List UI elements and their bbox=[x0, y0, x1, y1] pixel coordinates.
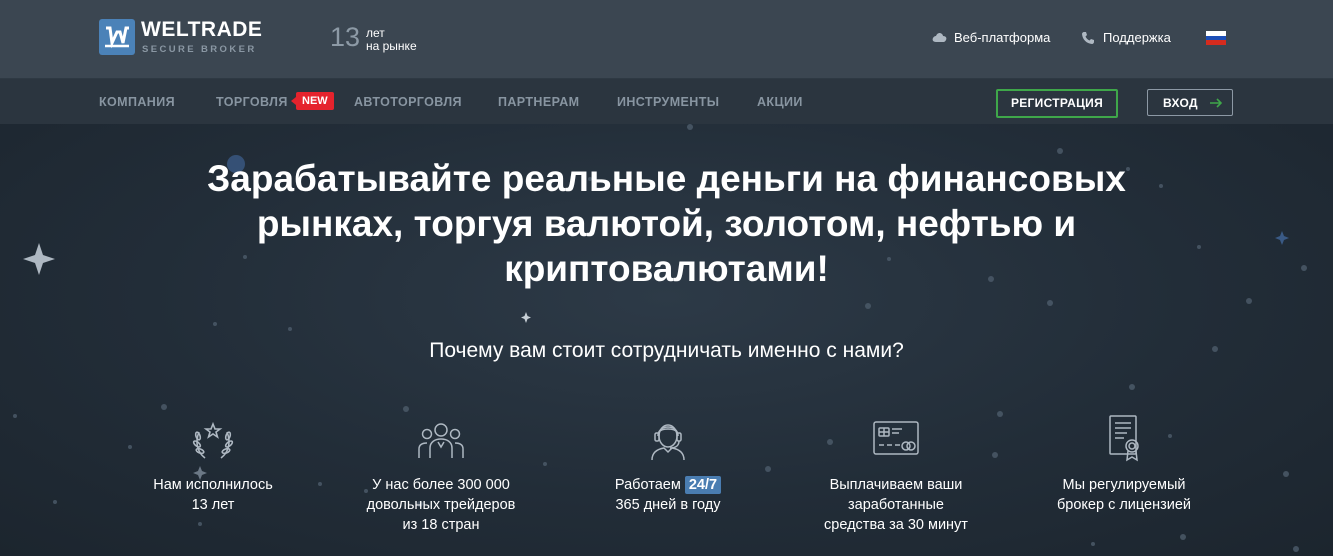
feature-payouts-text: Выплачиваем ваши заработанные средства з… bbox=[796, 475, 996, 535]
operator-icon bbox=[651, 424, 685, 461]
feature-text-line: У нас более 300 000 bbox=[372, 477, 510, 493]
new-badge: NEW bbox=[291, 92, 334, 110]
feature-text-line: довольных трейдеров bbox=[366, 497, 516, 513]
hero-subheadline: Почему вам стоит сотрудничать именно с н… bbox=[429, 339, 904, 362]
cloud-icon bbox=[932, 32, 947, 42]
feature-text-line: средства за 30 минут bbox=[824, 517, 968, 533]
feature-24-7-badge: 24/7 bbox=[684, 476, 722, 494]
web-platform-label: Веб-платформа bbox=[954, 30, 1051, 45]
people-icon bbox=[418, 423, 464, 458]
feature-traders-text: У нас более 300 000 довольных трейдеров … bbox=[341, 475, 541, 535]
nav-item-trading[interactable]: ТОРГОВЛЯ bbox=[216, 95, 288, 109]
credit-card-icon bbox=[873, 421, 919, 455]
feature-support-text: Работаем 24/7 365 дней в году bbox=[568, 475, 768, 515]
years-label-1: лет bbox=[366, 26, 385, 40]
flag-stripe-red bbox=[1206, 40, 1226, 45]
certificate-icon bbox=[1109, 415, 1139, 462]
hero-section: Зарабатывайте реальные деньги на финансо… bbox=[0, 124, 1333, 556]
headline-line-1: Зарабатывайте реальные деньги на финансо… bbox=[207, 158, 1126, 199]
feature-text-line: Мы регулируемый bbox=[1062, 477, 1186, 493]
feature-text-line: брокер с лицензией bbox=[1056, 497, 1192, 513]
years-number: 13 bbox=[330, 22, 361, 52]
feature-text-line: Нам исполнилось bbox=[153, 477, 273, 493]
arrow-right-icon bbox=[1210, 98, 1223, 108]
feature-text-line: Работаем 24/7 bbox=[568, 475, 768, 495]
feature-text-line: Выплачиваем ваши bbox=[829, 477, 963, 493]
feature-text-line: 365 дней в году bbox=[615, 497, 721, 513]
login-button[interactable]: ВХОД bbox=[1147, 89, 1233, 116]
login-label: ВХОД bbox=[1163, 96, 1198, 110]
nav-item-promotions[interactable]: АКЦИИ bbox=[757, 95, 803, 109]
headline-line-2: рынках, торгуя валютой, золотом, нефтью … bbox=[256, 203, 1077, 244]
support-label: Поддержка bbox=[1103, 30, 1171, 45]
logo-mark-icon bbox=[99, 19, 135, 55]
weltrade-logo[interactable]: WELTRADE SECURE BROKER bbox=[99, 18, 279, 57]
feature-anniversary-text: Нам исполнилось 13 лет bbox=[113, 475, 313, 515]
russian-flag-icon[interactable] bbox=[1206, 31, 1226, 45]
laurel-icon bbox=[192, 421, 234, 459]
feature-text-prefix: Работаем bbox=[614, 477, 681, 493]
nav-item-partners[interactable]: ПАРТНЕРАМ bbox=[498, 95, 579, 109]
nav-item-autotrading[interactable]: АВТОТОРГОВЛЯ bbox=[354, 95, 462, 109]
top-header: WELTRADE SECURE BROKER 13 лет на рынке В… bbox=[0, 0, 1333, 78]
main-nav: КОМПАНИЯ ТОРГОВЛЯ NEW АВТОТОРГОВЛЯ ПАРТН… bbox=[0, 78, 1333, 125]
phone-icon bbox=[1082, 32, 1094, 44]
years-label-2: на рынке bbox=[366, 39, 417, 53]
feature-license-text: Мы регулируемый брокер с лицензией bbox=[1024, 475, 1224, 515]
nav-item-instruments[interactable]: ИНСТРУМЕНТЫ bbox=[617, 95, 719, 109]
feature-text-line: 13 лет bbox=[191, 497, 235, 513]
logo-tagline: SECURE BROKER bbox=[142, 44, 257, 55]
logo-name: WELTRADE bbox=[141, 18, 263, 41]
feature-text-line: заработанные bbox=[848, 497, 944, 513]
hero-headline: Зарабатывайте реальные деньги на финансо… bbox=[120, 156, 1213, 291]
headline-line-3: криптовалютами! bbox=[504, 248, 829, 289]
register-button[interactable]: РЕГИСТРАЦИЯ bbox=[996, 89, 1118, 118]
feature-text-line: из 18 стран bbox=[402, 517, 480, 533]
nav-item-company[interactable]: КОМПАНИЯ bbox=[99, 95, 175, 109]
